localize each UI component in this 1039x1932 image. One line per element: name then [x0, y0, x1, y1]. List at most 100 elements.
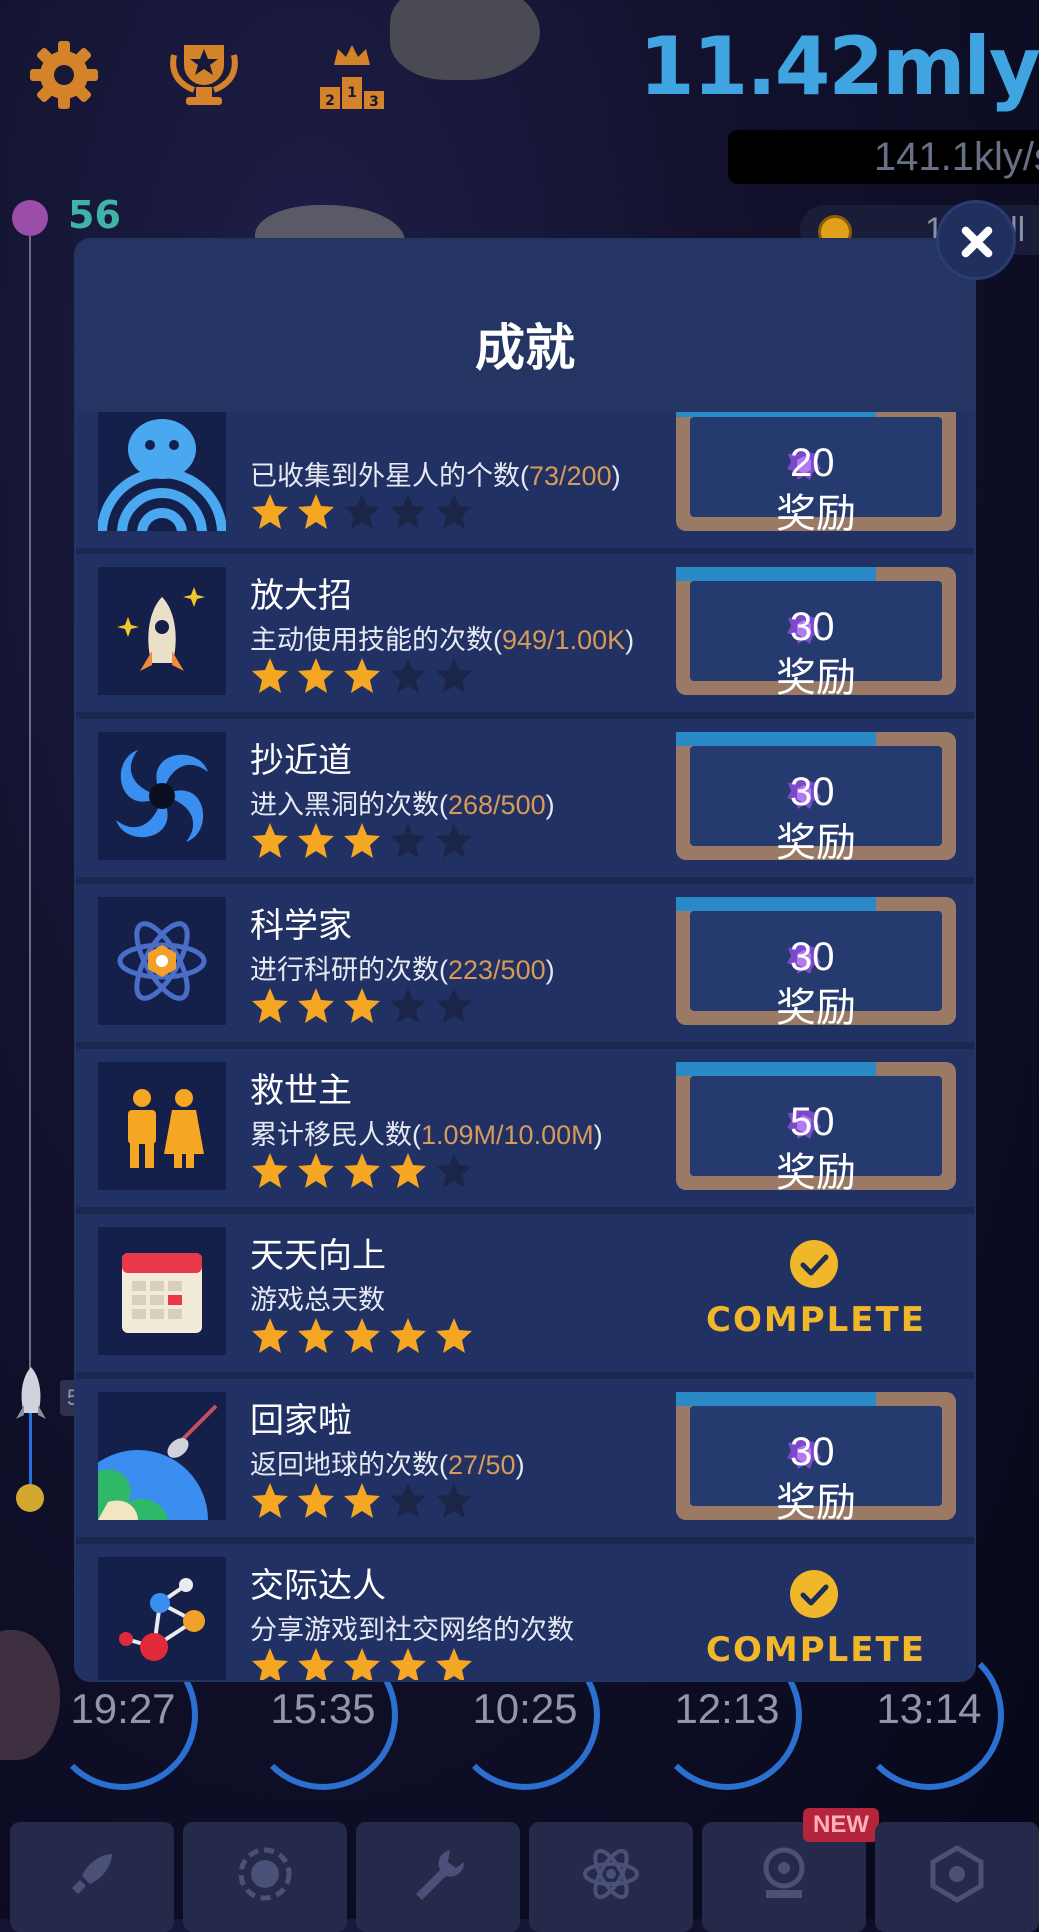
reward-button[interactable]: 30 奖励 [676, 897, 956, 1030]
dialog-title: 成就 [475, 319, 575, 377]
achievement-row: 天天向上游戏总天数 COMPLETE [76, 1214, 974, 1380]
distance-readout: 11.42mly [639, 20, 1039, 113]
reward-button[interactable]: 30 奖励 [676, 732, 956, 865]
dialog-header: 成就 [76, 240, 974, 412]
reward-button[interactable]: 20 奖励 [676, 412, 956, 536]
achievement-title: 回家啦 [250, 1402, 352, 1440]
star-rating [250, 1316, 480, 1360]
asteroid [390, 0, 540, 80]
achievement-progress: 73/200 [529, 461, 612, 491]
timer-text: 13:14 [876, 1685, 982, 1732]
achievement-desc: 累计移民人数(1.09M/10.00M) [250, 1120, 603, 1150]
gem-settings-icon [930, 1845, 984, 1903]
trophy-icon[interactable] [164, 35, 244, 115]
reward-amount: 50 [790, 1100, 835, 1144]
rocket-icon [16, 1367, 46, 1419]
atom-icon [583, 1848, 639, 1900]
achievement-desc: 游戏总天数 [250, 1285, 385, 1315]
reward-button[interactable]: 50 奖励 [676, 1062, 956, 1195]
timer-text: 19:27 [70, 1685, 176, 1732]
timer-text: 10:25 [472, 1685, 578, 1732]
achievement-row: 交际达人 分享游戏到社交网络的次数 COMPLETE [76, 1544, 974, 1680]
leaderboard-icon[interactable]: 2 1 3 [312, 35, 392, 115]
reward-label: 奖励 [776, 656, 856, 700]
achievement-desc: 主动使用技能的次数(949/1.00K) [250, 625, 635, 655]
nav-tools-button[interactable] [356, 1822, 520, 1932]
reward-amount: 30 [790, 770, 835, 814]
check-icon [790, 1570, 838, 1618]
new-badge: NEW [803, 1808, 879, 1842]
timer-text: 15:35 [270, 1685, 376, 1732]
nav-research-button[interactable] [529, 1822, 693, 1932]
achievement-icon [98, 1227, 226, 1355]
achievement-title: 放大招 [250, 577, 352, 615]
achievement-progress: 949/1.00K [502, 625, 626, 655]
star-rating [250, 1151, 480, 1195]
star-rating [250, 1646, 480, 1680]
achievement-row: 救世主累计移民人数(1.09M/10.00M) 50 奖励 [76, 1049, 974, 1215]
close-button[interactable] [936, 200, 1016, 280]
check-icon [790, 1240, 838, 1288]
star-rating [250, 656, 480, 700]
rocket-icon [72, 1854, 112, 1894]
star-rating [250, 1481, 480, 1525]
alien-icon [763, 1847, 805, 1898]
achievement-desc: 进入黑洞的次数(268/500) [250, 790, 555, 820]
achievements-dialog: 成就 已收集到外星人的个数(73/200) 20 奖励 放大招 主动使用技能的次数(94… [76, 240, 974, 1680]
achievement-progress: 268/500 [448, 790, 546, 820]
speed-readout: 141.1kly/s [873, 135, 1039, 179]
achievement-desc: 已收集到外星人的个数(73/200) [250, 461, 621, 491]
reward-amount: 30 [790, 935, 835, 979]
gear-icon[interactable] [24, 35, 104, 115]
progress-end-marker [16, 1484, 44, 1512]
level-marker [12, 200, 48, 236]
reward-label: 奖励 [776, 986, 856, 1030]
achievement-icon [98, 732, 226, 860]
reward-button[interactable]: 30 奖励 [676, 1392, 956, 1525]
achievement-icon [98, 567, 226, 695]
achievement-list[interactable]: 已收集到外星人的个数(73/200) 20 奖励 放大招 主动使用技能的次数(949/1… [76, 412, 974, 1680]
wrench-icon [416, 1850, 465, 1900]
reward-amount: 20 [790, 441, 835, 485]
achievement-progress: 223/500 [448, 955, 546, 985]
achievement-title: 抄近道 [250, 742, 352, 780]
achievement-row: 抄近道进入黑洞的次数(268/500) 30 奖励 [76, 719, 974, 885]
achievement-desc: 分享游戏到社交网络的次数 [250, 1615, 574, 1645]
reward-label: 奖励 [776, 1481, 856, 1525]
speed-bar: 141.1kly/s [728, 130, 1039, 184]
nav-settings-button[interactable] [875, 1822, 1039, 1932]
reward-amount: 30 [790, 605, 835, 649]
achievement-desc: 返回地球的次数(27/50) [250, 1450, 525, 1480]
svg-text:1: 1 [347, 85, 357, 101]
achievement-icon [98, 1062, 226, 1190]
achievement-row: 回家啦返回地球的次数(27/50) 30 奖励 [76, 1379, 974, 1545]
achievement-title: 科学家 [250, 907, 352, 945]
nav-planet-button[interactable] [183, 1822, 347, 1932]
achievement-desc: 进行科研的次数(223/500) [250, 955, 555, 985]
achievement-row: 科学家进行科研的次数(223/500) 30 奖励 [76, 884, 974, 1050]
star-rating [250, 986, 480, 1030]
achievement-title: 救世主 [250, 1072, 352, 1110]
achievement-title: 天天向上 [250, 1237, 386, 1275]
progress-track [29, 236, 31, 1496]
achievement-icon [98, 412, 226, 531]
complete-indicator: COMPLETE [676, 1570, 956, 1680]
reward-label: 奖励 [776, 821, 856, 865]
achievement-icon [98, 897, 226, 1025]
reward-label: 奖励 [776, 1151, 856, 1195]
star-rating [250, 492, 480, 536]
svg-text:2: 2 [325, 93, 335, 109]
timer-text: 12:13 [674, 1685, 780, 1732]
nav-rocket-button[interactable] [10, 1822, 174, 1932]
complete-indicator: COMPLETE [676, 1240, 956, 1350]
achievement-icon [98, 1392, 226, 1520]
reward-label: 奖励 [776, 492, 856, 536]
level-number: 56 [68, 193, 121, 237]
satellite-icon [238, 1847, 292, 1901]
achievement-progress: 27/50 [448, 1450, 516, 1480]
svg-text:3: 3 [369, 94, 379, 110]
star-rating [250, 821, 480, 865]
reward-button[interactable]: 30 奖励 [676, 567, 956, 700]
achievement-row: 已收集到外星人的个数(73/200) 20 奖励 [76, 412, 974, 556]
achievement-icon [98, 1557, 226, 1680]
